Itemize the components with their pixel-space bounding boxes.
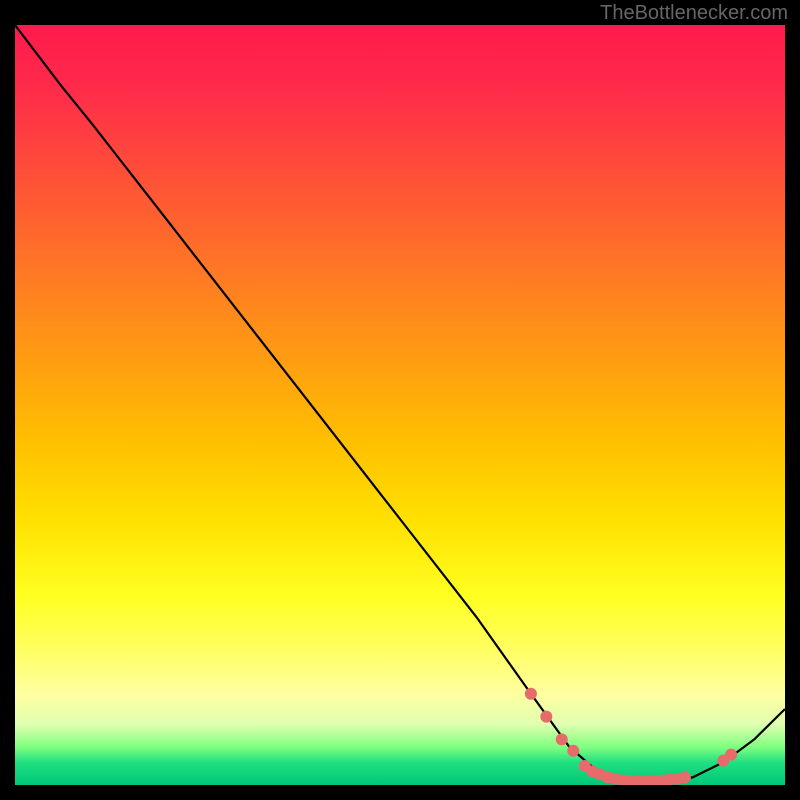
data-marker	[540, 711, 552, 723]
data-marker	[725, 749, 737, 761]
data-marker	[679, 771, 691, 783]
chart-svg	[15, 25, 785, 785]
data-marker	[567, 745, 579, 757]
chart-plot-area	[15, 25, 785, 785]
data-marker	[525, 688, 537, 700]
data-marker	[556, 733, 568, 745]
bottleneck-curve	[15, 25, 785, 781]
attribution-text: TheBottlenecker.com	[600, 2, 788, 25]
